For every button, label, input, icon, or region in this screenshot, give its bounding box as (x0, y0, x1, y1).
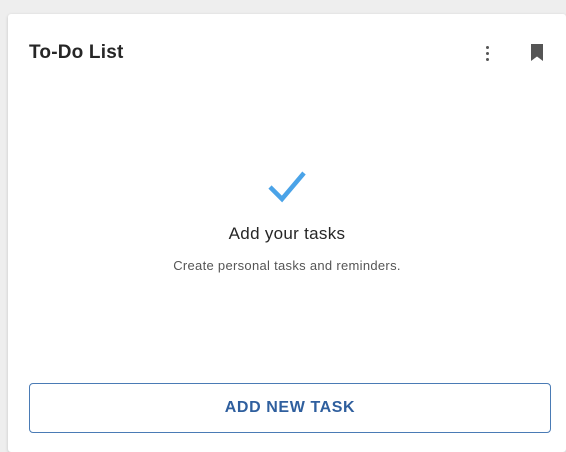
bookmark-icon (531, 44, 543, 61)
more-options-button[interactable] (476, 40, 498, 66)
add-new-task-button[interactable]: ADD NEW TASK (29, 383, 551, 433)
bookmark-button[interactable] (527, 40, 547, 66)
empty-state-subtext: Create personal tasks and reminders. (173, 258, 401, 273)
empty-state-heading: Add your tasks (228, 224, 346, 243)
more-vertical-icon (485, 44, 489, 62)
checkmark-icon (268, 171, 306, 203)
empty-state: Add your tasks Create personal tasks and… (8, 164, 566, 273)
todo-card: To-Do List Add your tasks Create persona… (8, 14, 566, 452)
card-title: To-Do List (29, 42, 124, 63)
